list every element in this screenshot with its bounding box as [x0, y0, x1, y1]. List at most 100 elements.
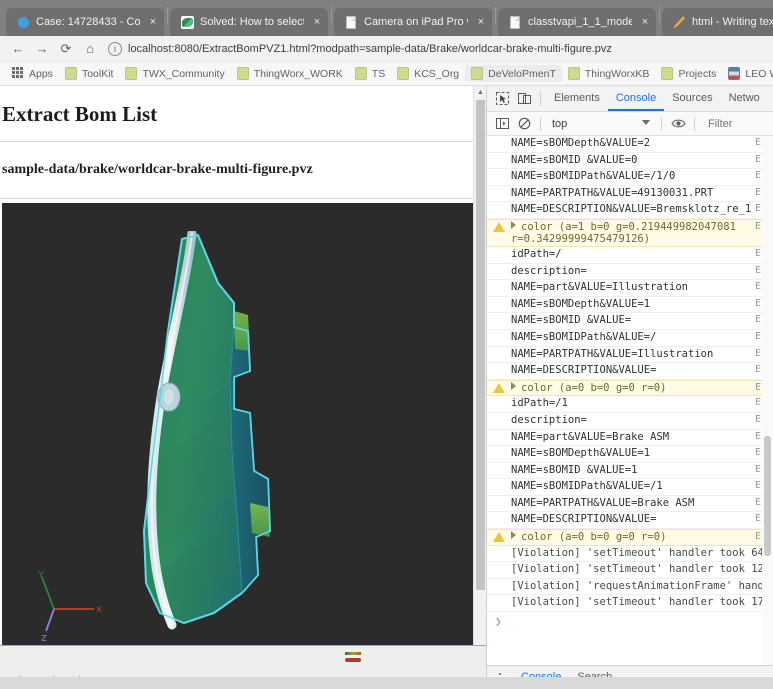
console-source-link[interactable]: E — [755, 248, 761, 259]
scrollbar-thumb[interactable] — [476, 100, 485, 590]
bookmark-item[interactable]: Apps — [6, 65, 59, 82]
tab-close-icon[interactable]: × — [310, 15, 324, 29]
console-log-line[interactable]: NAME=DESCRIPTION&VALUE=E — [487, 363, 773, 380]
console-log-line[interactable]: NAME=sBOMDepth&VALUE=2E — [487, 136, 773, 153]
console-log-line[interactable]: NAME=sBOMIDPath&VALUE=/1E — [487, 479, 773, 496]
console-log-line[interactable]: NAME=part&VALUE=Brake ASME — [487, 430, 773, 447]
console-log-line[interactable]: [Violation] 'setTimeout' handler took 17… — [487, 595, 773, 612]
devtools-tab-console[interactable]: Console — [608, 86, 664, 111]
bookmark-item[interactable]: ToolKit — [59, 65, 120, 82]
console-scrollbar-thumb[interactable] — [764, 436, 771, 556]
console-scrollbar[interactable] — [762, 136, 773, 665]
console-log-line[interactable]: description=E — [487, 413, 773, 430]
home-button[interactable]: ⌂ — [78, 38, 102, 60]
devtools-tab-sources[interactable]: Sources — [664, 86, 720, 111]
inspect-element-icon[interactable] — [491, 89, 513, 109]
console-source-link[interactable]: E — [755, 348, 761, 359]
tab-close-icon[interactable]: × — [474, 15, 488, 29]
console-source-link[interactable]: E — [755, 154, 761, 165]
devtools-tab-netwo[interactable]: Netwo — [721, 86, 768, 111]
console-log-line[interactable]: idPath=/1E — [487, 396, 773, 413]
live-expression-icon[interactable] — [667, 114, 689, 134]
console-log-line[interactable]: NAME=sBOMDepth&VALUE=1E — [487, 297, 773, 314]
bookmark-item[interactable]: Projects — [655, 65, 722, 82]
bookmark-item[interactable]: ThingWorx_WORK — [231, 65, 349, 82]
console-source-link[interactable]: E — [755, 431, 761, 442]
bookmark-item[interactable]: TWX_Community — [119, 65, 230, 82]
console-log-line[interactable]: NAME=part&VALUE=IllustrationE — [487, 280, 773, 297]
page-vertical-scrollbar[interactable]: ▲ ▼ — [473, 86, 486, 689]
console-log-line[interactable]: NAME=sBOMIDPath&VALUE=/E — [487, 330, 773, 347]
console-prompt[interactable]: ❯ — [487, 612, 773, 630]
console-log-line[interactable]: NAME=PARTPATH&VALUE=IllustrationE — [487, 347, 773, 364]
console-log-line[interactable]: color (a=0 b=0 g=0 r=0)E — [487, 529, 773, 546]
browser-tab[interactable]: classtvapi_1_1_model× — [498, 8, 656, 36]
brake-model-render[interactable] — [122, 231, 312, 631]
console-log-line[interactable]: NAME=sBOMIDPath&VALUE=/1/0E — [487, 169, 773, 186]
console-log-line[interactable]: NAME=sBOMID &VALUE=0E — [487, 153, 773, 170]
console-log-line[interactable]: NAME=DESCRIPTION&VALUE=Bremsklotz_re_1E — [487, 202, 773, 219]
tab-close-icon[interactable]: × — [638, 15, 652, 29]
bookmark-item[interactable]: LEO Wörterbuch.Uk — [722, 65, 773, 82]
console-source-link[interactable]: E — [755, 221, 761, 232]
console-log-line[interactable]: NAME=PARTPATH&VALUE=Brake ASME — [487, 496, 773, 513]
console-source-link[interactable]: E — [755, 298, 761, 309]
console-log-line[interactable]: NAME=sBOMDepth&VALUE=1E — [487, 446, 773, 463]
console-source-link[interactable]: E — [755, 187, 761, 198]
device-toolbar-icon[interactable] — [513, 89, 535, 109]
browser-tab[interactable]: html - Writing text on× — [662, 8, 773, 36]
console-source-link[interactable]: E — [755, 531, 761, 542]
console-source-link[interactable]: E — [755, 397, 761, 408]
pvz-3d-viewer[interactable]: x Y z — [2, 203, 476, 655]
browser-tab[interactable]: Camera on iPad Pro w× — [334, 8, 492, 36]
reload-button[interactable]: ⟳ — [54, 38, 78, 60]
expand-triangle-icon[interactable] — [511, 221, 516, 229]
console-filter-input[interactable] — [700, 115, 773, 133]
bookmark-item[interactable]: DeVeloPmenT — [465, 65, 562, 82]
console-log-line[interactable]: [Violation] 'setTimeout' handler took 12… — [487, 562, 773, 579]
devtools-tab-elements[interactable]: Elements — [546, 86, 608, 111]
address-bar[interactable]: i localhost:8080/ExtractBomPVZ1.html?mod… — [108, 39, 767, 59]
tab-close-icon[interactable]: × — [146, 15, 160, 29]
browser-tab[interactable]: Solved: How to select× — [170, 8, 328, 36]
console-log-line[interactable]: NAME=DESCRIPTION&VALUE=E — [487, 512, 773, 529]
show-console-sidebar-icon[interactable] — [491, 114, 513, 134]
console-log-line[interactable]: NAME=sBOMID &VALUE=1E — [487, 463, 773, 480]
console-source-link[interactable]: E — [755, 497, 761, 508]
console-source-link[interactable]: E — [755, 414, 761, 425]
console-source-link[interactable]: E — [755, 170, 761, 181]
console-log-line[interactable]: NAME=PARTPATH&VALUE=49130031.PRTE — [487, 186, 773, 203]
console-log-line[interactable]: color (a=1 b=0 g=0.21944998204708​1 r=0.… — [487, 219, 773, 247]
console-log-line[interactable]: idPath=/E — [487, 247, 773, 264]
console-source-link[interactable]: E — [755, 203, 761, 214]
console-source-link[interactable]: E — [755, 513, 761, 524]
forward-button[interactable]: → — [30, 38, 54, 60]
console-log-line[interactable]: [Violation] 'setTimeout' handler took 64… — [487, 546, 773, 563]
execution-context-select[interactable]: top — [546, 115, 656, 133]
console-log-line[interactable]: description=E — [487, 264, 773, 281]
page-info-icon[interactable]: i — [108, 42, 122, 56]
bookmark-item[interactable]: KCS_Org — [391, 65, 465, 82]
console-source-link[interactable]: E — [755, 480, 761, 491]
console-log-line[interactable]: [Violation] 'requestAnimationFrame' hand… — [487, 579, 773, 596]
console-source-link[interactable]: E — [755, 447, 761, 458]
clear-console-icon[interactable] — [513, 114, 535, 134]
console-log-line[interactable]: NAME=sBOMID &VALUE=E — [487, 313, 773, 330]
bookmark-item[interactable]: ThingWorxKB — [562, 65, 656, 82]
browser-tab[interactable]: Case: 14728433 - Con× — [6, 8, 164, 36]
expand-triangle-icon[interactable] — [511, 382, 516, 390]
bookmark-item[interactable]: TS — [349, 65, 391, 82]
console-source-link[interactable]: E — [755, 137, 761, 148]
console-source-link[interactable]: E — [755, 314, 761, 325]
console-source-link[interactable]: E — [755, 364, 761, 375]
console-source-link[interactable]: E — [755, 331, 761, 342]
console-source-link[interactable]: E — [755, 464, 761, 475]
console-log-area[interactable]: NAME=sBOMDepth&VALUE=2ENAME=sBOMID &VALU… — [487, 136, 773, 665]
scroll-up-icon[interactable]: ▲ — [474, 86, 486, 99]
console-source-link[interactable]: E — [755, 281, 761, 292]
console-log-line[interactable]: color (a=0 b=0 g=0 r=0)E — [487, 380, 773, 397]
console-source-link[interactable]: E — [755, 382, 761, 393]
console-source-link[interactable]: E — [755, 265, 761, 276]
back-button[interactable]: ← — [6, 38, 30, 60]
expand-triangle-icon[interactable] — [511, 531, 516, 539]
